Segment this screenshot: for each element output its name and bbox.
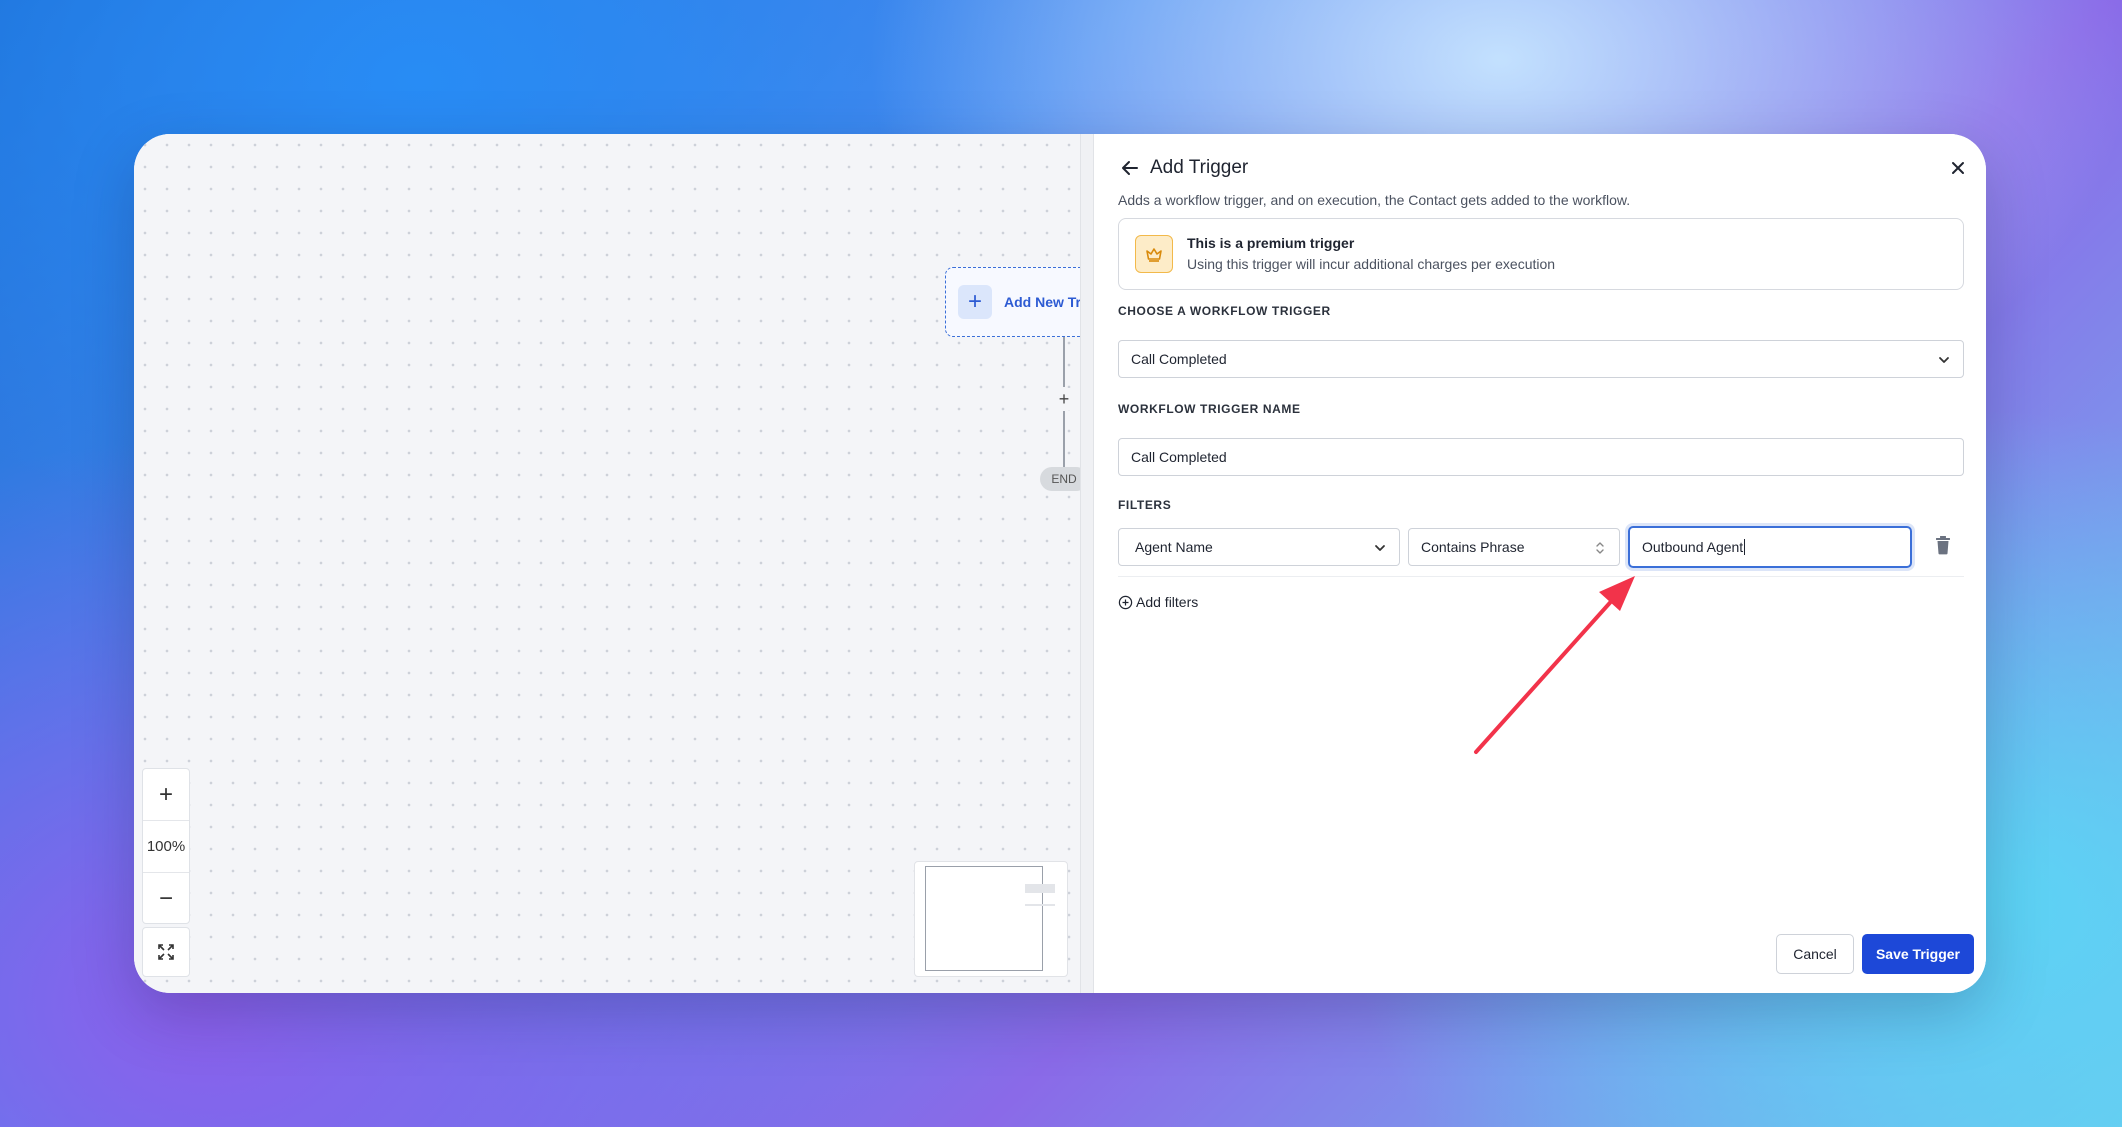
close-icon[interactable] bbox=[1948, 158, 1968, 178]
trigger-select[interactable]: Call Completed bbox=[1118, 340, 1964, 378]
add-step-button[interactable]: + bbox=[1053, 388, 1075, 410]
zoom-out-button[interactable]: − bbox=[143, 873, 189, 924]
plus-circle-icon bbox=[1118, 595, 1133, 609]
minimap-node bbox=[1025, 904, 1055, 906]
filter-separator bbox=[1118, 576, 1964, 577]
expand-icon bbox=[158, 944, 174, 960]
plus-icon: + bbox=[958, 285, 992, 319]
filter-field-value: Agent Name bbox=[1135, 539, 1213, 555]
premium-title: This is a premium trigger bbox=[1187, 235, 1355, 251]
filter-value-input[interactable]: Outbound Agent bbox=[1628, 526, 1912, 568]
workflow-canvas[interactable]: + Add New Trig + END + 100% − bbox=[134, 134, 1080, 993]
minimap-node bbox=[1025, 884, 1055, 893]
save-trigger-button[interactable]: Save Trigger bbox=[1862, 934, 1974, 974]
trash-icon[interactable] bbox=[1932, 534, 1954, 556]
crown-icon bbox=[1135, 235, 1173, 273]
premium-subtitle: Using this trigger will incur additional… bbox=[1187, 256, 1556, 272]
add-filters-button[interactable]: Add filters bbox=[1118, 594, 1198, 610]
trigger-name-value: Call Completed bbox=[1131, 449, 1227, 465]
panel-divider bbox=[1080, 134, 1094, 993]
fit-view-button[interactable] bbox=[142, 927, 190, 977]
cancel-button[interactable]: Cancel bbox=[1776, 934, 1854, 974]
premium-notice: This is a premium trigger Using this tri… bbox=[1118, 218, 1964, 290]
updown-chevron-icon bbox=[1596, 542, 1604, 554]
filters-label: FILTERS bbox=[1118, 498, 1172, 512]
chevron-down-icon bbox=[1375, 545, 1385, 551]
text-caret bbox=[1744, 539, 1746, 555]
panel-description: Adds a workflow trigger, and on executio… bbox=[1118, 192, 1631, 208]
zoom-in-button[interactable]: + bbox=[143, 769, 189, 821]
filter-field-select[interactable]: Agent Name bbox=[1118, 528, 1400, 566]
add-filters-label: Add filters bbox=[1136, 594, 1199, 610]
filter-operator-value: Contains Phrase bbox=[1421, 539, 1525, 555]
connector-line bbox=[1063, 411, 1065, 467]
add-trigger-panel: Add Trigger Adds a workflow trigger, and… bbox=[1094, 134, 1986, 993]
filter-value-text: Outbound Agent bbox=[1642, 539, 1744, 555]
filter-operator-select[interactable]: Contains Phrase bbox=[1408, 528, 1620, 566]
minimap-viewport[interactable] bbox=[925, 866, 1043, 971]
zoom-controls: + 100% − bbox=[142, 768, 190, 924]
chevron-down-icon bbox=[1939, 357, 1949, 363]
add-new-trigger-label: Add New Trig bbox=[1004, 294, 1080, 310]
connector-line bbox=[1063, 337, 1065, 387]
add-new-trigger-node[interactable]: + Add New Trig bbox=[945, 267, 1080, 337]
zoom-level: 100% bbox=[143, 821, 189, 873]
back-arrow-icon[interactable] bbox=[1118, 156, 1142, 180]
end-node: END bbox=[1040, 467, 1080, 491]
panel-title: Add Trigger bbox=[1150, 157, 1249, 178]
trigger-name-label: WORKFLOW TRIGGER NAME bbox=[1118, 402, 1301, 416]
minimap[interactable] bbox=[914, 861, 1068, 977]
trigger-name-input[interactable]: Call Completed bbox=[1118, 438, 1964, 476]
choose-trigger-label: CHOOSE A WORKFLOW TRIGGER bbox=[1118, 304, 1331, 318]
trigger-select-value: Call Completed bbox=[1131, 351, 1227, 367]
app-window: + Add New Trig + END + 100% − Add Trigge… bbox=[134, 134, 1986, 993]
